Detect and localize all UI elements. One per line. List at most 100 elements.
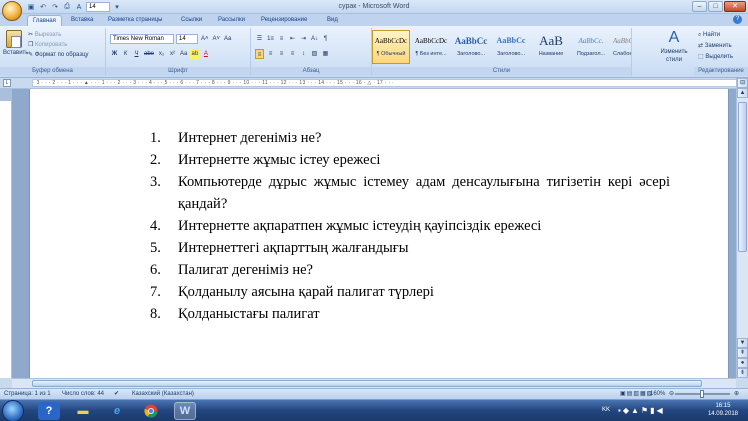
style-normal[interactable]: AaBbCcDc ¶ Обычный	[372, 30, 410, 64]
change-case-button[interactable]: Aa	[179, 49, 188, 59]
zoom-slider-knob[interactable]	[700, 390, 704, 398]
font-size-select[interactable]: 14	[176, 34, 198, 44]
tab-home[interactable]: Главная	[27, 15, 62, 26]
strikethrough-button[interactable]: abe	[143, 49, 155, 59]
vertical-scroll-thumb[interactable]	[738, 102, 747, 252]
style-subtle-emphasis[interactable]: AaBbCcDc Слабое в...	[612, 30, 632, 64]
copy-button[interactable]: Копировать	[35, 42, 67, 48]
style-heading-1[interactable]: AaBbCс Заголово...	[452, 30, 490, 64]
view-buttons-icon[interactable]: ▣▤▥▦▧	[620, 389, 653, 399]
sort-button[interactable]: A↓	[310, 34, 319, 44]
list-item[interactable]: 7. Қолданылу аясына қарай палигат түрлері	[150, 281, 670, 303]
internet-explorer-icon[interactable]: e	[106, 402, 128, 420]
change-styles-button[interactable]: A Изменить стили	[656, 28, 692, 64]
vertical-scrollbar[interactable]: ⊟ ▲ ▼ ⇞ ● ⇟	[736, 78, 748, 378]
tray-icons[interactable]: ▪◆▲⚑▮◀	[618, 406, 665, 415]
zoom-in-icon[interactable]: ⊕	[734, 389, 739, 399]
italic-button[interactable]: К	[121, 49, 130, 59]
list-text: Интернетте ақпаратпен жұмыс істеудің қау…	[178, 218, 542, 234]
borders-button[interactable]: ▦	[321, 49, 330, 59]
align-right-button[interactable]: ≡	[277, 49, 286, 59]
scroll-down-icon[interactable]: ▼	[737, 338, 748, 348]
style-title[interactable]: AaB Название	[532, 30, 570, 64]
find-button[interactable]: ⌕ Найти	[698, 30, 733, 41]
list-item[interactable]: 6. Палигат дегеніміз не?	[150, 259, 670, 281]
font-name-select[interactable]: Times New Roman	[110, 34, 174, 44]
list-item[interactable]: 1. Интернет дегеніміз не?	[150, 127, 670, 149]
list-item[interactable]: 3. Компьютерде дұрыс жұмыс істемеу адам д…	[150, 171, 670, 215]
office-button[interactable]	[2, 1, 22, 21]
styles-group: AaBbCcDc ¶ Обычный AaBbCcDc ¶ Без инте..…	[372, 28, 632, 76]
start-button[interactable]	[2, 400, 24, 421]
bold-button[interactable]: Ж	[110, 49, 119, 59]
chrome-icon[interactable]	[140, 402, 162, 420]
select-button[interactable]: ⬚ Выделить	[698, 52, 733, 63]
maximize-button[interactable]: □	[708, 1, 723, 12]
help-icon[interactable]: ?	[733, 15, 742, 24]
list-item[interactable]: 5. Интернеттегі ақпарттың жалғандығы	[150, 237, 670, 259]
subscript-button[interactable]: x₂	[157, 49, 166, 59]
replace-button[interactable]: ⇄ Заменить	[698, 41, 733, 52]
tab-view[interactable]: Вид	[322, 15, 343, 26]
decrease-indent-button[interactable]: ⇤	[288, 34, 297, 44]
browse-object-icon[interactable]: ●	[737, 358, 748, 368]
style-no-spacing[interactable]: AaBbCcDc ¶ Без инте...	[412, 30, 450, 64]
previous-page-icon[interactable]: ⇞	[737, 348, 748, 358]
minimize-button[interactable]: –	[692, 1, 707, 12]
tab-mailings[interactable]: Рассылки	[213, 15, 250, 26]
align-left-button[interactable]: ≡	[255, 49, 264, 59]
horizontal-ruler[interactable]: L · 3 · · · 2 · · · 1 · · · ▲ · · · 1 · …	[0, 78, 748, 89]
explorer-folder-icon[interactable]: ▬	[72, 402, 94, 420]
document-page[interactable]: 1. Интернет дегеніміз не? 2. Интернетте жұ…	[29, 89, 729, 378]
tab-page-layout[interactable]: Разметка страницы	[103, 15, 167, 26]
list-item[interactable]: 4. Интернетте ақпаратпен жұмыс істеудің қ…	[150, 215, 670, 237]
bullets-button[interactable]: ☰	[255, 34, 264, 44]
paste-button[interactable]: Вставить	[3, 30, 28, 64]
tab-references[interactable]: Ссылки	[176, 15, 207, 26]
font-color-button[interactable]: A	[201, 49, 210, 59]
horizontal-scrollbar[interactable]	[12, 378, 736, 388]
ruler-scale[interactable]: · 3 · · · 2 · · · 1 · · · ▲ · · · 1 · · …	[32, 79, 738, 87]
multilevel-list-button[interactable]: ≡	[277, 34, 286, 44]
list-number: 3.	[150, 174, 161, 190]
scroll-up-icon[interactable]: ▲	[737, 88, 748, 98]
underline-button[interactable]: Ч	[132, 49, 141, 59]
spelling-status-icon[interactable]: ✔	[114, 389, 119, 399]
cut-button[interactable]: Вырезать	[35, 32, 62, 38]
superscript-button[interactable]: x²	[168, 49, 177, 59]
word-count[interactable]: Число слов: 44	[62, 389, 104, 399]
style-subtitle[interactable]: AaBbCc. Подзагол...	[572, 30, 610, 64]
grow-font-button[interactable]: A˄	[200, 34, 210, 44]
clear-formatting-button[interactable]: Aa	[223, 34, 232, 44]
input-language[interactable]: KK	[602, 407, 610, 413]
list-item[interactable]: 8. Қолданыстағы палигат	[150, 303, 670, 325]
help-center-icon[interactable]: ?	[38, 402, 60, 420]
zoom-out-icon[interactable]: ⊖	[669, 389, 674, 399]
tab-review[interactable]: Рецензирование	[256, 15, 312, 26]
ruler-toggle-icon[interactable]: ⊟	[737, 78, 748, 88]
style-name: Заголово...	[496, 51, 526, 57]
shrink-font-button[interactable]: A˅	[212, 34, 222, 44]
next-page-icon[interactable]: ⇟	[737, 368, 748, 378]
word-taskbar-icon[interactable]: W	[174, 402, 196, 420]
show-marks-button[interactable]: ¶	[321, 34, 330, 44]
clock[interactable]: 16:15 14.09.2018	[708, 402, 738, 418]
tab-selector-icon[interactable]: L	[3, 79, 11, 87]
numbering-button[interactable]: 1≡	[266, 34, 275, 44]
increase-indent-button[interactable]: ⇥	[299, 34, 308, 44]
highlight-button[interactable]: ab	[190, 49, 200, 59]
format-painter-button[interactable]: Формат по образцу	[35, 52, 89, 58]
justify-button[interactable]: ≡	[288, 49, 297, 59]
align-center-button[interactable]: ≡	[266, 49, 275, 59]
language-status[interactable]: Казахский (Казахстан)	[132, 389, 194, 399]
line-spacing-button[interactable]: ↕	[299, 49, 308, 59]
list-item[interactable]: 2. Интернетте жұмыс істеу ережесі	[150, 149, 670, 171]
page-count[interactable]: Страница: 1 из 1	[4, 389, 51, 399]
horizontal-scroll-thumb[interactable]	[32, 380, 702, 387]
vertical-ruler[interactable]	[0, 89, 12, 378]
tab-insert[interactable]: Вставка	[66, 15, 98, 26]
close-button[interactable]: ✕	[724, 1, 746, 12]
zoom-level[interactable]: 160%	[650, 389, 665, 399]
shading-button[interactable]: ▧	[310, 49, 319, 59]
style-heading-2[interactable]: AaBbCc Заголово...	[492, 30, 530, 64]
